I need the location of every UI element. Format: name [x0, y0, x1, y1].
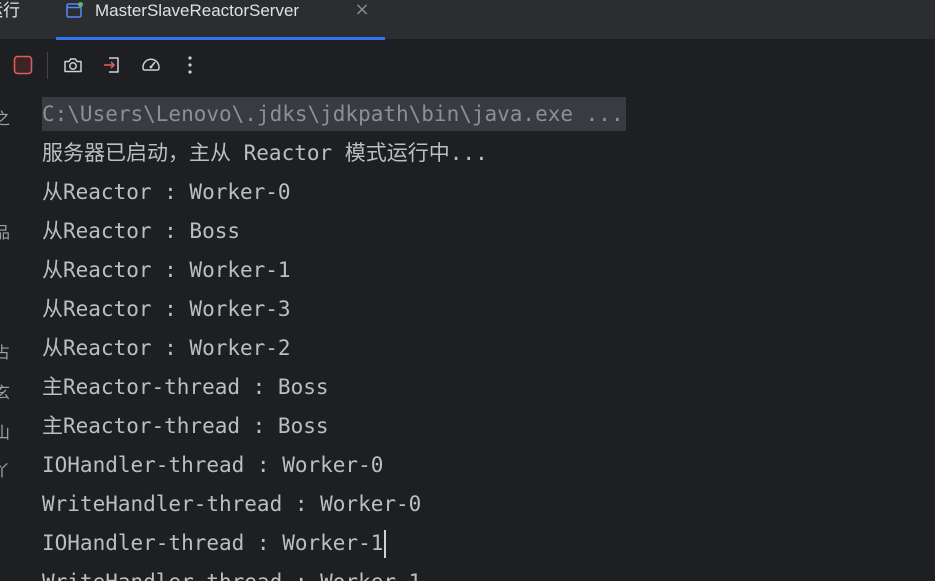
more-options-button[interactable]	[179, 54, 201, 76]
console-line: 从Reactor : Worker-2	[42, 336, 291, 360]
console-line: 主Reactor-thread : Boss	[42, 375, 329, 399]
console-line: 主Reactor-thread : Boss	[42, 414, 329, 438]
run-config-icon	[66, 2, 83, 18]
speedometer-icon	[142, 58, 160, 71]
profiler-button[interactable]	[140, 54, 162, 76]
stop-icon	[13, 55, 33, 75]
close-tab-icon[interactable]: ×	[354, 1, 370, 19]
gutter-glyph[interactable]: 山	[0, 424, 10, 442]
more-vertical-icon	[188, 56, 192, 74]
console-line-text: IOHandler-thread : Worker-1	[42, 531, 384, 555]
console-line-with-caret: IOHandler-thread : Worker-1	[42, 526, 387, 560]
exit-icon	[104, 57, 119, 73]
console-output[interactable]: C:\Users\Lenovo\.jdks\jdkpath\bin\java.e…	[22, 92, 935, 581]
console-line: WriteHandler-thread : Worker-1	[42, 565, 421, 581]
console-line: 从Reactor : Worker-3	[42, 297, 291, 321]
screenshot-button[interactable]	[62, 54, 84, 76]
tool-window-header: 运行 MasterSlaveReactorServer ×	[0, 0, 935, 40]
run-panel-title-text: 运行	[0, 1, 20, 21]
console-line: 服务器已启动，主从 Reactor 模式运行中...	[42, 141, 488, 165]
gutter-glyph[interactable]: 之	[0, 110, 10, 128]
run-panel-title: 运行	[0, 0, 20, 22]
console-line: 从Reactor : Boss	[42, 219, 241, 243]
exit-button[interactable]	[101, 54, 123, 76]
camera-icon	[64, 58, 82, 73]
console-line: IOHandler-thread : Worker-0	[42, 453, 384, 477]
console-line: WriteHandler-thread : Worker-0	[42, 492, 422, 516]
console-line: 从Reactor : Worker-0	[42, 180, 291, 204]
console-command-line[interactable]: C:\Users\Lenovo\.jdks\jdkpath\bin\java.e…	[42, 97, 626, 131]
tab-label: MasterSlaveReactorServer	[95, 1, 300, 20]
gutter-glyph[interactable]: 占	[0, 344, 10, 362]
console-line: 从Reactor : Worker-1	[42, 258, 291, 282]
text-caret	[384, 530, 387, 558]
run-toolbar	[0, 40, 935, 92]
gutter-glyph[interactable]: 丫	[0, 462, 10, 480]
left-gutter: 之 品 占 玄 山 丫	[0, 92, 22, 581]
gutter-glyph[interactable]: 品	[0, 224, 10, 242]
toolbar-divider	[47, 52, 48, 79]
tab-master-slave-reactor-server[interactable]: MasterSlaveReactorServer ×	[56, 0, 385, 40]
stop-button[interactable]	[12, 54, 34, 76]
gutter-glyph[interactable]: 玄	[0, 384, 10, 402]
